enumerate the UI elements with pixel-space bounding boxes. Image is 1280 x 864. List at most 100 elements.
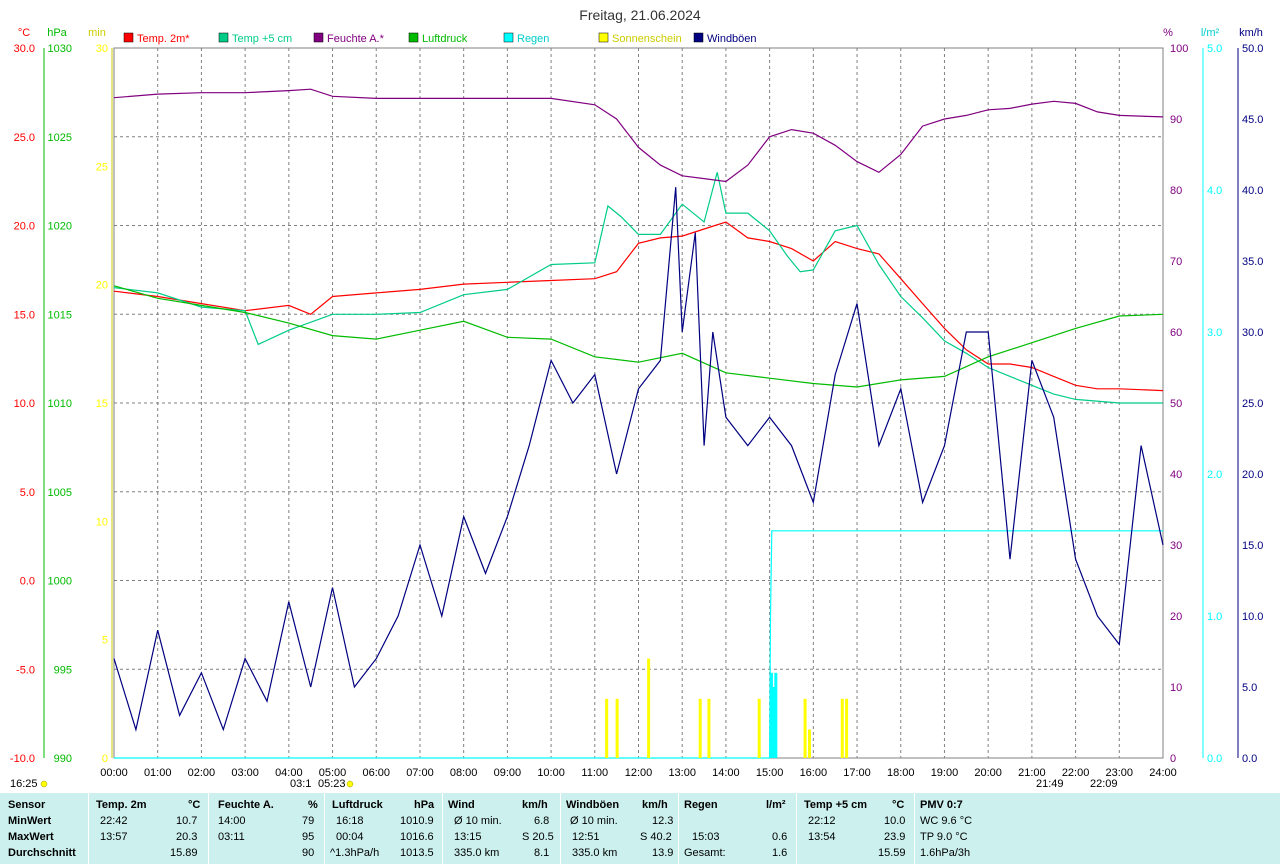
axis-tick-label: 4.0 (1207, 185, 1222, 197)
axis-tick-label: 30 (1170, 540, 1182, 552)
sunshine-bar (803, 698, 807, 758)
legend-swatch (123, 32, 134, 43)
stats-rain-time: Gesamt: (684, 847, 726, 859)
axis-tick-label: 5.0 (20, 487, 35, 499)
legend-label: Sonnenschein (612, 33, 682, 45)
axis-tick-label: 25.0 (14, 132, 35, 144)
x-tick-label: 03:00 (231, 767, 259, 779)
stats-header-rain-unit: l/m² (766, 799, 786, 811)
stats-temp-val: 20.3 (176, 831, 198, 843)
stats-header-wind: Wind (448, 799, 475, 811)
x-tick-label: 00:00 (100, 767, 128, 779)
sunshine-bar (757, 698, 761, 758)
stats-header-hum: Feuchte A. (218, 799, 274, 811)
stats-header-temp2m-unit: °C (188, 799, 201, 811)
axis-unit-label: l/m² (1201, 27, 1220, 39)
stats-t5-time: 13:54 (808, 831, 836, 843)
stats-rain-val: 1.6 (772, 847, 788, 859)
legend-swatch (693, 32, 704, 43)
start-time-label: 16:25 (10, 778, 38, 790)
chart-title: Freitag, 21.06.2024 (579, 7, 701, 23)
stats-wind-time: 335.0 km (454, 847, 500, 859)
stats-temp-time: 22:42 (100, 815, 128, 827)
x-tick-label: 18:00 (887, 767, 915, 779)
axis-tick-label: 90 (1170, 114, 1182, 126)
stats-divider (560, 793, 561, 864)
stats-temp-val: 15.89 (170, 847, 198, 859)
sunset-marker-label: 21:49 (1036, 778, 1064, 790)
stats-gust-val: 13.9 (652, 847, 674, 859)
axis-tick-label: 1.0 (1207, 611, 1222, 623)
stats-press-val: 1016.6 (400, 831, 434, 843)
stats-header-press-unit: hPa (414, 799, 435, 811)
stats-header-gust-unit: km/h (642, 799, 668, 811)
stats-header-wind-unit: km/h (522, 799, 548, 811)
axis-tick-label: 50.0 (1242, 43, 1263, 55)
axis-tick-label: 40 (1170, 469, 1182, 481)
legend-swatch (408, 32, 419, 43)
stats-pmv: TP 9.0 °C (920, 831, 968, 843)
axis-tick-label: 990 (54, 753, 72, 765)
stats-header-hum-unit: % (308, 799, 318, 811)
axis-tick-label: 1000 (48, 576, 72, 588)
stats-header-gust: Windböen (566, 799, 620, 811)
stats-divider (796, 793, 797, 864)
x-tick-label: 22:00 (1062, 767, 1090, 779)
stats-press-time: 16:18 (336, 815, 364, 827)
axis-tick-label: 25.0 (1242, 398, 1263, 410)
stats-gust-time: 335.0 km (572, 847, 618, 859)
axis-tick-label: 5.0 (1207, 43, 1222, 55)
stats-hum-val: 95 (302, 831, 315, 843)
stats-divider (324, 793, 325, 864)
x-tick-label: 06:00 (362, 767, 390, 779)
x-tick-label: 15:00 (756, 767, 784, 779)
x-tick-label: 24:00 (1149, 767, 1177, 779)
legend-swatch (503, 32, 514, 43)
axis-unit-label: min (88, 27, 106, 39)
stats-press-val: 1010.9 (400, 815, 434, 827)
stats-hum-val: 79 (302, 815, 315, 827)
axis-tick-label: 100 (1170, 43, 1188, 55)
sunset-marker-label: 22:09 (1090, 778, 1118, 790)
statistics-table: Sensor Temp. 2m °C Feuchte A. % Luftdruc… (0, 793, 1280, 864)
axis-tick-label: 1015 (48, 309, 72, 321)
x-tick-label: 17:00 (843, 767, 871, 779)
axis-tick-label: 10 (96, 516, 108, 528)
stats-gust-val: 12.3 (652, 815, 674, 827)
stats-temp-val: 10.7 (176, 815, 198, 827)
stats-wind-val: 8.1 (534, 847, 550, 859)
axis-tick-label: 30 (96, 43, 108, 55)
axis-tick-label: 3.0 (1207, 327, 1222, 339)
axis-unit-label: km/h (1239, 27, 1263, 39)
axis-tick-label: 35.0 (1242, 256, 1263, 268)
stats-wind-time: Ø 10 min. (454, 815, 502, 827)
axis-tick-label: 2.0 (1207, 469, 1222, 481)
x-tick-label: 09:00 (494, 767, 522, 779)
axis-tick-label: 1025 (48, 132, 72, 144)
axis-tick-label: 10.0 (1242, 611, 1263, 623)
stats-header-temp5-unit: °C (892, 799, 905, 811)
stats-temp-time: 13:57 (100, 831, 128, 843)
x-tick-label: 02:00 (188, 767, 216, 779)
axis-tick-label: 15 (96, 398, 108, 410)
x-tick-label: 20:00 (974, 767, 1002, 779)
stats-header-temp2m: Temp. 2m (96, 799, 147, 811)
sunshine-bar (615, 698, 619, 758)
x-tick-label: 14:00 (712, 767, 740, 779)
sunshine-bar (840, 698, 844, 758)
stats-hum-val: 90 (302, 847, 315, 859)
stats-row-max: MaxWert 13:57 20.3 03:11 95 00:04 1016.6… (0, 831, 1280, 845)
axis-tick-label: -10.0 (10, 753, 35, 765)
axis-tick-label: 70 (1170, 256, 1182, 268)
axis-tick-label: 20.0 (14, 221, 35, 233)
axis-unit-label: °C (18, 27, 30, 39)
legend-label: Regen (517, 33, 549, 45)
stats-hum-time: 03:11 (218, 831, 245, 843)
x-tick-label: 08:00 (450, 767, 478, 779)
axis-tick-label: -5.0 (16, 664, 35, 676)
axis-tick-label: 15.0 (14, 309, 35, 321)
stats-header-press: Luftdruck (332, 799, 383, 811)
sunshine-bar (647, 658, 651, 758)
x-tick-label: 11:00 (581, 767, 608, 779)
stats-t5-val: 23.9 (884, 831, 906, 843)
